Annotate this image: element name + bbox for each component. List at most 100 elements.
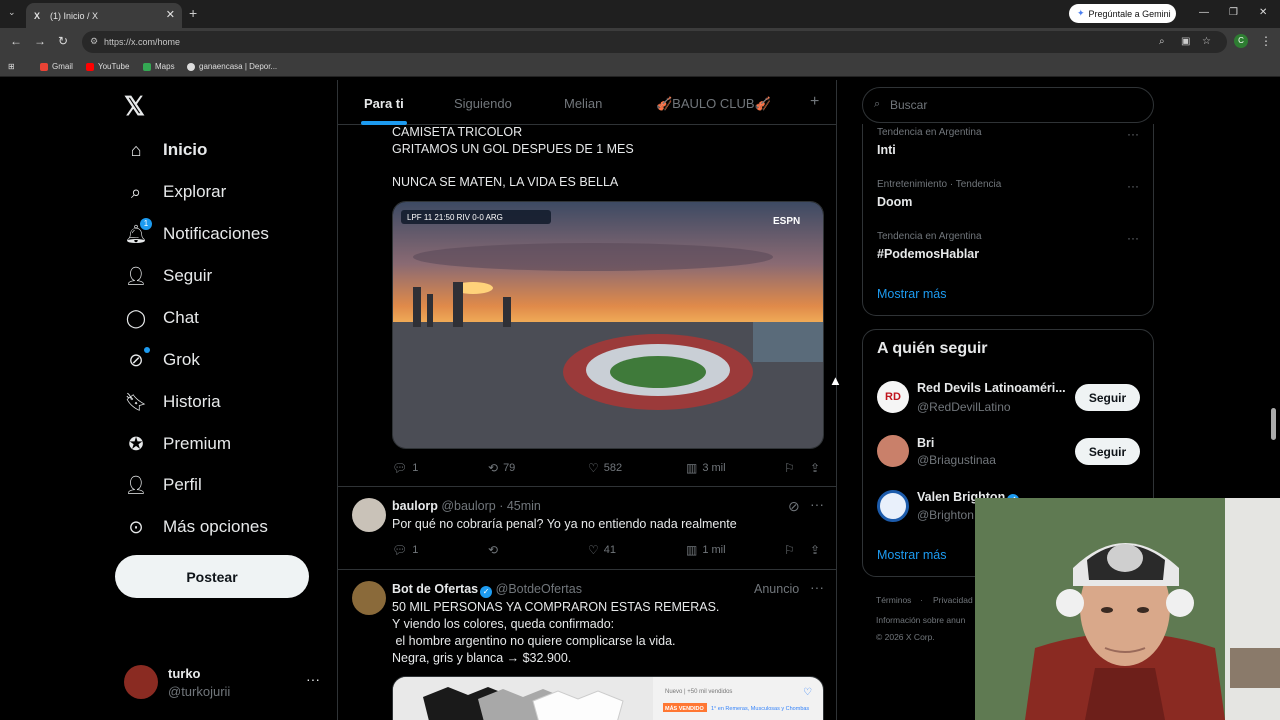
follow-suggestion-handle[interactable]: @Briagustinaa — [917, 453, 996, 467]
retweet-button[interactable]: ⟲ — [488, 543, 503, 557]
follow-button[interactable]: Seguir — [1075, 438, 1140, 465]
mouse-cursor-icon: ▲ — [829, 373, 842, 388]
sidebar-item-perfil[interactable]: 👤︎ Perfil — [124, 465, 202, 505]
more-icon[interactable]: ··· — [1127, 179, 1139, 193]
close-window-icon[interactable]: ✕ — [1259, 7, 1267, 18]
sidebar-item-notificaciones[interactable]: 🔔︎ 1 Notificaciones — [124, 214, 269, 254]
like-button[interactable]: ♡ 582 — [588, 461, 622, 475]
more-icon[interactable]: ··· — [810, 496, 824, 512]
chrome-profile-avatar[interactable]: C — [1234, 34, 1248, 48]
trend-name[interactable]: Doom — [877, 195, 912, 209]
follow-suggestion-name[interactable]: Bri — [917, 436, 934, 450]
author-handle[interactable]: @baulorp — [441, 499, 495, 513]
tab-baulo-club[interactable]: 🎻BAULO CLUB🎻 — [656, 96, 771, 112]
more-icon[interactable]: ··· — [1127, 231, 1139, 245]
footer-sep: · — [920, 595, 923, 605]
reply-button[interactable]: 💬︎ 1 — [392, 461, 418, 475]
sidebar-item-inicio[interactable]: ⌂ Inicio — [124, 130, 208, 170]
tab-search-icon[interactable]: ⌄ — [8, 7, 16, 18]
minimize-icon[interactable]: — — [1199, 7, 1209, 18]
trend-name[interactable]: Inti — [877, 143, 896, 157]
site-info-icon[interactable]: ⚙ — [90, 36, 98, 47]
tweet-text-line: NUNCA SE MATEN, LA VIDA ES BELLA — [392, 175, 619, 189]
search-icon: ⌕ — [130, 181, 142, 202]
reload-icon[interactable]: ↻ — [58, 34, 68, 48]
bookmark-button[interactable]: ⚐ — [784, 461, 800, 475]
bookmark-youtube[interactable]: YouTube — [86, 62, 129, 71]
chrome-menu-icon[interactable]: ⋮ — [1260, 34, 1272, 48]
tab-para-ti[interactable]: Para ti — [364, 96, 404, 111]
avatar[interactable] — [352, 498, 386, 532]
more-icon[interactable]: ··· — [306, 671, 320, 687]
sidebar-item-explorar[interactable]: ⌕ Explorar — [124, 172, 226, 212]
back-icon[interactable]: ← — [10, 34, 22, 48]
follow-button[interactable]: Seguir — [1075, 384, 1140, 411]
sidebar-item-historia[interactable]: 🔖︎ Historia — [124, 382, 221, 422]
avatar[interactable] — [352, 581, 386, 615]
apps-icon[interactable]: ⊞ — [8, 62, 15, 71]
grok-explain-icon[interactable]: ⊘ — [788, 498, 800, 515]
post-button[interactable]: Postear — [115, 555, 309, 598]
trend-name[interactable]: #PodemosHablar — [877, 247, 979, 261]
more-circle-icon: ⊙ — [128, 516, 144, 537]
avatar[interactable] — [877, 490, 909, 522]
show-more-trends-link[interactable]: Mostrar más — [877, 287, 946, 301]
x-logo-icon[interactable]: 𝕏 — [124, 91, 145, 122]
views-button[interactable]: ▥ 3 mil — [686, 461, 726, 475]
tweet-text-line: Y viendo los colores, queda confirmado: — [392, 617, 615, 631]
author-handle[interactable]: @BotdeOfertas — [496, 582, 582, 596]
close-tab-icon[interactable]: ✕ — [166, 8, 175, 21]
page-scrollbar[interactable] — [1271, 408, 1276, 440]
like-button[interactable]: ♡ 41 — [588, 543, 616, 557]
footer-ads-info[interactable]: Información sobre anun — [876, 615, 965, 625]
bookmark-star-icon[interactable]: ☆ — [1202, 36, 1211, 47]
sidebar-item-seguir[interactable]: 👤︎ Seguir — [124, 256, 213, 296]
new-tab-button[interactable]: + — [189, 5, 197, 21]
share-button[interactable]: ⇪ — [810, 543, 825, 557]
retweet-button[interactable]: ⟲ 79 — [488, 461, 515, 475]
forward-icon[interactable]: → — [34, 34, 46, 48]
more-icon[interactable]: ··· — [1127, 127, 1139, 141]
follow-suggestion-name[interactable]: Red Devils Latinoaméri... — [917, 381, 1066, 395]
search-input[interactable]: ⌕ Buscar — [862, 87, 1154, 123]
tweet-time[interactable]: · 45min — [499, 499, 541, 513]
ad-product-card[interactable]: Nuevo | +50 mil vendidos MÁS VENDIDO 1° … — [392, 676, 824, 720]
show-more-follow-link[interactable]: Mostrar más — [877, 548, 946, 562]
author-name[interactable]: Bot de Ofertas — [392, 582, 478, 596]
tab-melian[interactable]: Melian — [564, 96, 602, 111]
tab-siguiendo[interactable]: Siguiendo — [454, 96, 512, 111]
gemini-button[interactable]: ✦ Pregúntale a Gemini — [1069, 4, 1176, 23]
chart-icon: ▥ — [686, 543, 698, 557]
avatar[interactable] — [877, 435, 909, 467]
tweet-video[interactable]: LPF 11 21:50 RIV 0-0 ARG ESPN — [392, 201, 824, 449]
reply-button[interactable]: 💬︎ 1 — [392, 543, 418, 557]
bookmark-gmail[interactable]: Gmail — [40, 62, 73, 71]
tweet-text-line: CAMISETA TRICOLOR — [392, 125, 523, 139]
sidebar-item-mas-opciones[interactable]: ⊙ Más opciones — [124, 507, 267, 547]
cast-icon[interactable]: ▣ — [1181, 36, 1190, 47]
bookmark-maps[interactable]: Maps — [143, 62, 175, 71]
share-button[interactable]: ⇪ — [810, 461, 825, 475]
bookmark-icon: 🔖︎ — [124, 391, 148, 412]
address-bar[interactable]: ⚙ https://x.com/home ⌕ ▣ ☆ — [82, 31, 1227, 53]
sidebar-item-premium[interactable]: ✪ Premium — [124, 424, 231, 464]
author-name[interactable]: baulorp — [392, 499, 438, 513]
zoom-icon[interactable]: ⌕ — [1159, 36, 1165, 47]
maximize-icon[interactable]: ❐ — [1229, 7, 1238, 18]
footer-terms[interactable]: Términos — [876, 595, 911, 605]
avatar[interactable]: RD — [877, 381, 909, 413]
browser-tab[interactable]: X (1) Inicio / X ✕ — [26, 3, 182, 28]
bookmark-button[interactable]: ⚐ — [784, 543, 800, 557]
follow-suggestion-handle[interactable]: @Brighton — [917, 508, 974, 522]
sidebar-item-chat[interactable]: ◯ Chat — [124, 298, 199, 338]
views-button[interactable]: ▥ 1 mil — [686, 543, 726, 557]
add-tab-button[interactable]: + — [810, 93, 819, 111]
follow-suggestion-handle[interactable]: @RedDevilLatino — [917, 400, 1011, 414]
heart-icon[interactable]: ♡ — [803, 687, 812, 698]
sidebar-item-grok[interactable]: ⊘ Grok — [124, 340, 200, 380]
more-icon[interactable]: ··· — [810, 579, 824, 595]
bookmark-ganaencasa[interactable]: ganaencasa | Depor... — [187, 62, 277, 71]
person-icon: 👤︎ — [124, 474, 148, 495]
account-switcher[interactable]: turko @turkojurii ··· — [124, 665, 324, 701]
footer-privacy[interactable]: Privacidad — [933, 595, 973, 605]
